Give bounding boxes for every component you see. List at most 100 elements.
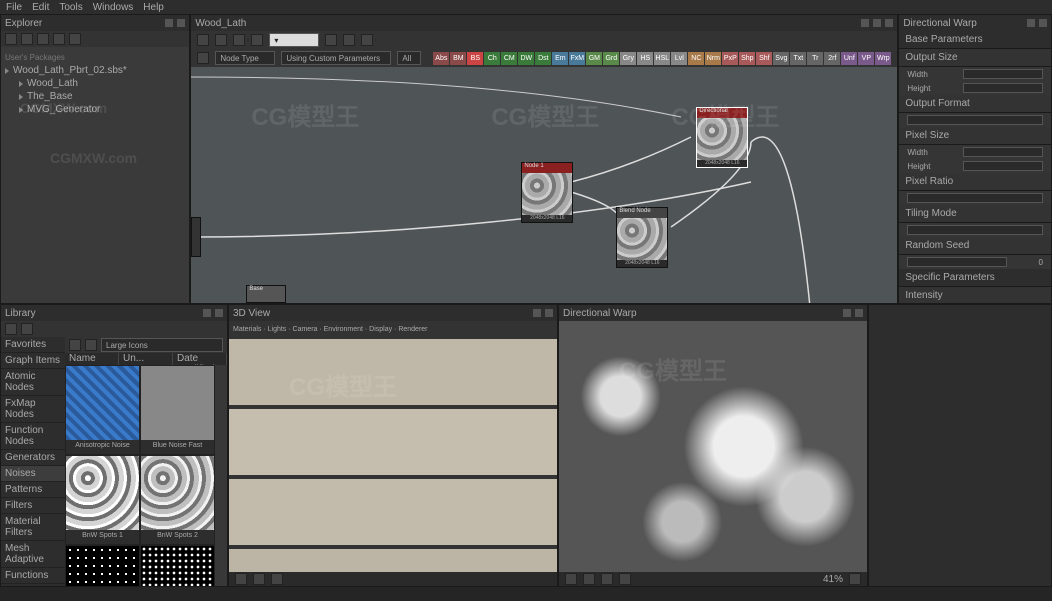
node-chip[interactable]: Txt [790, 52, 806, 65]
library-category[interactable]: Mesh Adaptive [1, 541, 65, 568]
node-chip[interactable]: Tr [807, 52, 823, 65]
node-chip[interactable]: HSL [654, 52, 670, 65]
3d-viewport[interactable]: CG模型王 [229, 337, 557, 572]
library-category[interactable]: 3D View [1, 584, 65, 586]
node-chip[interactable]: PxP [722, 52, 738, 65]
node-type-icon[interactable] [197, 52, 209, 64]
node-chip[interactable]: BM [450, 52, 466, 65]
explorer-tree[interactable]: User's Packages Wood_Lath_Pbrt_02.sbs* W… [1, 47, 189, 303]
library-category[interactable]: Functions [1, 568, 65, 584]
node-chip[interactable]: Abs [433, 52, 449, 65]
library-item[interactable]: BnW Spots 2 [140, 455, 215, 545]
node-chip[interactable]: NC [688, 52, 704, 65]
library-category[interactable]: Generators [1, 450, 65, 466]
section-specific[interactable]: Specific Parameters [899, 269, 1051, 287]
zoom-dropdown[interactable]: ▾ [269, 33, 319, 47]
library-columns[interactable]: NameUn...Date modified [65, 353, 227, 365]
section-seed[interactable]: Random Seed [899, 237, 1051, 255]
tree-item[interactable]: MVG_Generator [19, 103, 185, 116]
graph-node[interactable]: Blend Node2048x2048 L16 [616, 207, 668, 268]
library-category[interactable]: Atomic Nodes [1, 369, 65, 396]
node-chip[interactable]: DW [518, 52, 534, 65]
lib-tool-icon[interactable] [21, 323, 33, 335]
expand-icon[interactable] [197, 34, 209, 46]
node-chip[interactable]: FxM [569, 52, 585, 65]
close-icon[interactable] [545, 309, 553, 317]
library-category[interactable]: FxMap Nodes [1, 396, 65, 423]
status-icon[interactable] [253, 573, 265, 585]
2d-viewport[interactable]: CG模型王 [559, 321, 867, 572]
width-slider[interactable] [963, 69, 1043, 79]
node-chip[interactable]: Unf [841, 52, 857, 65]
dropdown-icon[interactable] [37, 33, 49, 45]
library-sidebar[interactable]: FavoritesGraph ItemsAtomic NodesFxMap No… [1, 337, 65, 586]
px-height-slider[interactable] [963, 161, 1043, 171]
status-icon[interactable] [565, 573, 577, 585]
node-chip[interactable]: Em [552, 52, 568, 65]
graph-canvas[interactable]: Node 12048x2048 L16 Blend Node2048x2048 … [191, 67, 897, 303]
settings-icon[interactable] [69, 33, 81, 45]
node-chip[interactable]: CM [501, 52, 517, 65]
library-item[interactable] [140, 545, 215, 586]
node-chip[interactable]: BS [467, 52, 483, 65]
library-category[interactable]: Filters [1, 498, 65, 514]
close-icon[interactable] [177, 19, 185, 27]
node-chip[interactable]: Svg [773, 52, 789, 65]
close-icon[interactable] [1039, 19, 1047, 27]
section-output-size[interactable]: Output Size [899, 49, 1051, 67]
node-chip[interactable]: GM [586, 52, 602, 65]
status-icon[interactable] [849, 573, 861, 585]
filter-icon[interactable] [69, 339, 81, 351]
px-width-slider[interactable] [963, 147, 1043, 157]
refresh-icon[interactable] [21, 33, 33, 45]
close-icon[interactable] [885, 19, 893, 27]
status-icon[interactable] [271, 573, 283, 585]
timer-icon[interactable] [361, 34, 373, 46]
status-icon[interactable] [619, 573, 631, 585]
format-dropdown[interactable] [907, 115, 1043, 125]
library-item[interactable]: Blue Noise Fast [140, 365, 215, 455]
height-slider[interactable] [963, 83, 1043, 93]
status-icon[interactable] [583, 573, 595, 585]
graph-node-edge[interactable] [191, 217, 201, 257]
play-icon[interactable] [5, 33, 17, 45]
grid-icon[interactable] [233, 34, 245, 46]
graph-node-selected[interactable]: Directional2048x2048 L16 [696, 107, 748, 168]
seed-slider[interactable] [907, 257, 1007, 267]
node-chip[interactable]: Shp [739, 52, 755, 65]
menu-help[interactable]: Help [143, 2, 164, 13]
link-icon[interactable] [343, 34, 355, 46]
library-category[interactable]: Function Nodes [1, 423, 65, 450]
package-item[interactable]: Wood_Lath_Pbrt_02.sbs* [5, 64, 185, 77]
library-item[interactable] [65, 545, 140, 586]
menu-windows[interactable]: Windows [93, 2, 134, 13]
graph-node-small[interactable]: Base [246, 285, 286, 303]
section-output-format[interactable]: Output Format [899, 95, 1051, 113]
node-chip[interactable]: Shf [756, 52, 772, 65]
node-chip[interactable]: Wrp [875, 52, 891, 65]
maximize-icon[interactable] [873, 19, 881, 27]
all-dropdown[interactable]: All [397, 51, 421, 65]
section-base[interactable]: Base Parameters [899, 31, 1051, 49]
library-category[interactable]: Favorites [1, 337, 65, 353]
library-category[interactable]: Patterns [1, 482, 65, 498]
sort-icon[interactable] [85, 339, 97, 351]
pin-icon[interactable] [203, 309, 211, 317]
info-icon[interactable] [325, 34, 337, 46]
close-icon[interactable] [855, 309, 863, 317]
node-chip[interactable]: Grd [603, 52, 619, 65]
section-tiling[interactable]: Tiling Mode [899, 205, 1051, 223]
filter-icon[interactable] [53, 33, 65, 45]
close-icon[interactable] [215, 309, 223, 317]
3d-view-menu[interactable]: Materials · Lights · Camera · Environmen… [229, 321, 557, 337]
section-pixel-size[interactable]: Pixel Size [899, 127, 1051, 145]
library-item[interactable]: Anisotropic Noise [65, 365, 140, 455]
library-item[interactable]: BnW Spots 1 [65, 455, 140, 545]
menu-edit[interactable]: Edit [32, 2, 49, 13]
node-chip[interactable]: VP [858, 52, 874, 65]
pin-icon[interactable] [1027, 19, 1035, 27]
snap-icon[interactable] [251, 34, 263, 46]
section-pixel-ratio[interactable]: Pixel Ratio [899, 173, 1051, 191]
library-grid[interactable]: Anisotropic Noise Blue Noise Fast BnW Sp… [65, 365, 227, 586]
library-category[interactable]: Material Filters [1, 514, 65, 541]
